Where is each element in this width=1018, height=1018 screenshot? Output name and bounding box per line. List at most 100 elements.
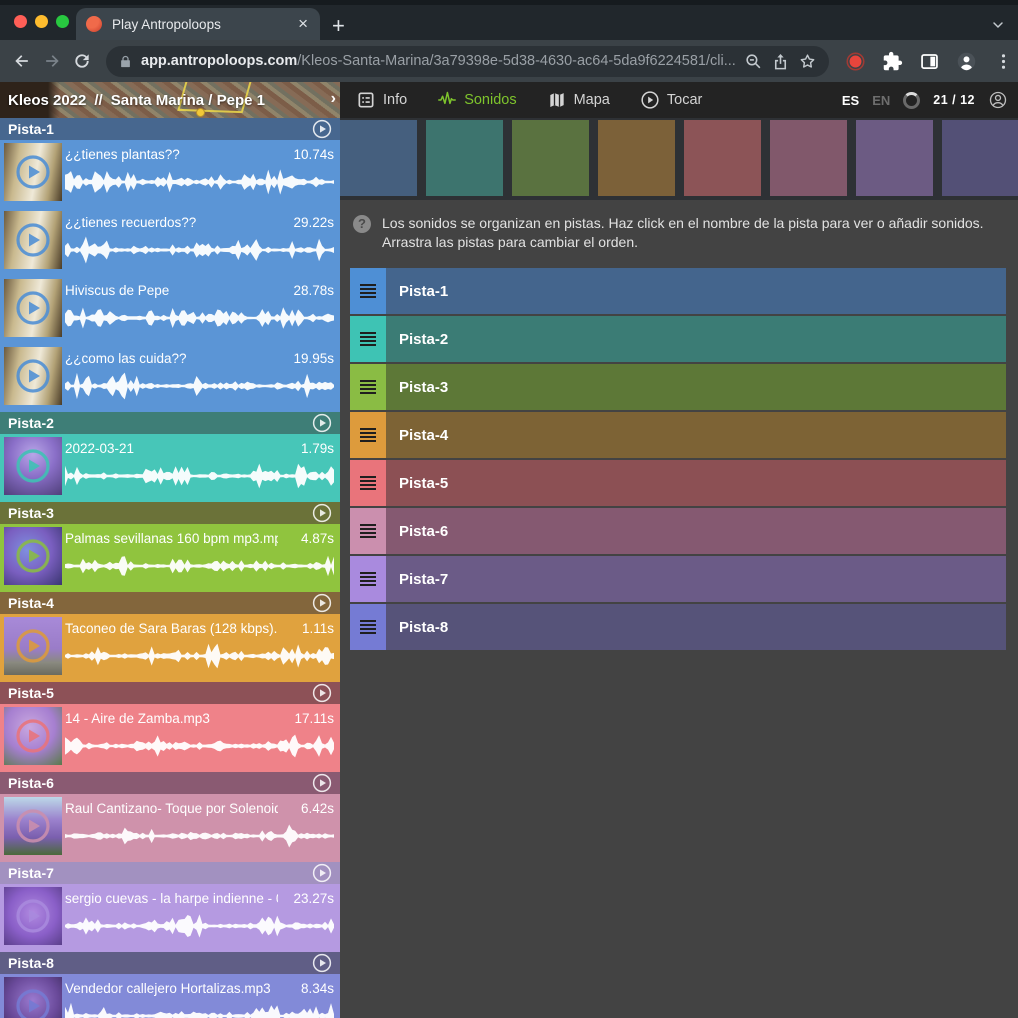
- clip-thumbnail[interactable]: [4, 211, 62, 269]
- account-circle-icon[interactable]: [988, 90, 1008, 110]
- track-row[interactable]: Pista-4: [350, 412, 1006, 458]
- help-question-icon[interactable]: ?: [353, 215, 371, 233]
- clip-play-icon[interactable]: [15, 448, 51, 484]
- audio-clip[interactable]: Taconeo de Sara Baras (128 kbps).mp3 1.1…: [0, 614, 340, 682]
- close-window-button[interactable]: [14, 15, 27, 28]
- drag-handle[interactable]: [350, 460, 386, 506]
- clip-play-icon[interactable]: [15, 628, 51, 664]
- sidebar-track-header[interactable]: Pista-7: [0, 862, 340, 884]
- track-color-swatch[interactable]: [426, 120, 503, 196]
- track-row-body[interactable]: Pista-4: [386, 412, 1006, 458]
- drag-handle[interactable]: [350, 412, 386, 458]
- lock-icon[interactable]: [118, 54, 133, 69]
- clip-thumbnail[interactable]: [4, 347, 62, 405]
- browser-tab[interactable]: Play Antropoloops ×: [76, 8, 320, 40]
- forward-button[interactable]: [40, 49, 64, 73]
- track-color-swatch[interactable]: [598, 120, 675, 196]
- clip-play-icon[interactable]: [15, 988, 51, 1018]
- clip-thumbnail[interactable]: [4, 707, 62, 765]
- drag-handle[interactable]: [350, 604, 386, 650]
- track-row-body[interactable]: Pista-8: [386, 604, 1006, 650]
- audio-clip[interactable]: ¿¿tienes recuerdos?? 29.22s: [0, 208, 340, 276]
- clip-play-icon[interactable]: [15, 290, 51, 326]
- tab-search-chevron-icon[interactable]: [990, 17, 1006, 33]
- track-color-swatch[interactable]: [512, 120, 589, 196]
- address-bar[interactable]: app.antropoloops.com/Kleos-Santa-Marina/…: [106, 46, 829, 77]
- track-play-icon[interactable]: [312, 863, 332, 883]
- track-play-icon[interactable]: [312, 503, 332, 523]
- clip-waveform[interactable]: [65, 641, 334, 671]
- clip-waveform[interactable]: [65, 1001, 334, 1018]
- sidebar-track-header[interactable]: Pista-3: [0, 502, 340, 524]
- track-color-swatch[interactable]: [340, 120, 417, 196]
- sidebar-track-header[interactable]: Pista-1: [0, 118, 340, 140]
- clip-waveform[interactable]: [65, 731, 334, 761]
- clip-thumbnail[interactable]: [4, 797, 62, 855]
- track-color-swatch[interactable]: [856, 120, 933, 196]
- track-row-body[interactable]: Pista-1: [386, 268, 1006, 314]
- clip-waveform[interactable]: [65, 235, 334, 265]
- clip-thumbnail[interactable]: [4, 143, 62, 201]
- recording-extension-icon[interactable]: [845, 51, 866, 72]
- clip-play-icon[interactable]: [15, 718, 51, 754]
- drag-handle[interactable]: [350, 556, 386, 602]
- track-color-swatch[interactable]: [684, 120, 761, 196]
- clip-play-icon[interactable]: [15, 154, 51, 190]
- tab-tocar[interactable]: Tocar: [640, 90, 702, 110]
- clip-play-icon[interactable]: [15, 808, 51, 844]
- audio-clip[interactable]: 14 - Aire de Zamba.mp3 17.11s: [0, 704, 340, 772]
- reload-button[interactable]: [70, 49, 94, 73]
- audio-clip[interactable]: sergio cuevas - la harpe indienne - 03 -…: [0, 884, 340, 952]
- sidebar-track-header[interactable]: Pista-6: [0, 772, 340, 794]
- bookmark-star-icon[interactable]: [798, 52, 817, 71]
- drag-handle[interactable]: [350, 316, 386, 362]
- split-view-icon[interactable]: [919, 51, 940, 72]
- track-row[interactable]: Pista-2: [350, 316, 1006, 362]
- track-row[interactable]: Pista-3: [350, 364, 1006, 410]
- track-row[interactable]: Pista-8: [350, 604, 1006, 650]
- audio-clip[interactable]: Hiviscus de Pepe 28.78s: [0, 276, 340, 344]
- extensions-puzzle-icon[interactable]: [882, 51, 903, 72]
- track-row-body[interactable]: Pista-7: [386, 556, 1006, 602]
- breadcrumb[interactable]: Kleos 2022 // Santa Marina / Pepe 1 ›: [0, 82, 340, 118]
- breadcrumb-project[interactable]: Kleos 2022: [8, 92, 86, 109]
- profile-avatar-icon[interactable]: [956, 51, 977, 72]
- sidebar-track-header[interactable]: Pista-4: [0, 592, 340, 614]
- clip-waveform[interactable]: [65, 821, 334, 851]
- url-text[interactable]: app.antropoloops.com/Kleos-Santa-Marina/…: [141, 53, 736, 69]
- track-row-body[interactable]: Pista-2: [386, 316, 1006, 362]
- clip-thumbnail[interactable]: [4, 279, 62, 337]
- audio-clip[interactable]: Palmas sevillanas 160 bpm mp3.mp3 4.87s: [0, 524, 340, 592]
- track-play-icon[interactable]: [312, 119, 332, 139]
- clip-thumbnail[interactable]: [4, 437, 62, 495]
- drag-handle[interactable]: [350, 268, 386, 314]
- kebab-menu-icon[interactable]: [993, 51, 1014, 72]
- tab-mapa[interactable]: Mapa: [547, 90, 610, 110]
- clip-waveform[interactable]: [65, 303, 334, 333]
- audio-clip[interactable]: ¿¿tienes plantas?? 10.74s: [0, 140, 340, 208]
- track-row[interactable]: Pista-1: [350, 268, 1006, 314]
- track-row-body[interactable]: Pista-5: [386, 460, 1006, 506]
- clip-play-icon[interactable]: [15, 358, 51, 394]
- clip-play-icon[interactable]: [15, 898, 51, 934]
- audio-clip[interactable]: ¿¿como las cuida?? 19.95s: [0, 344, 340, 412]
- lang-en-button[interactable]: EN: [872, 93, 890, 108]
- zoom-window-button[interactable]: [56, 15, 69, 28]
- clip-waveform[interactable]: [65, 167, 334, 197]
- back-button[interactable]: [10, 49, 34, 73]
- audio-clip[interactable]: 2022-03-21 1.79s: [0, 434, 340, 502]
- track-row[interactable]: Pista-6: [350, 508, 1006, 554]
- clip-play-icon[interactable]: [15, 538, 51, 574]
- audio-clip[interactable]: Vendedor callejero Hortalizas.mp3 8.34s: [0, 974, 340, 1018]
- track-row-body[interactable]: Pista-6: [386, 508, 1006, 554]
- track-play-icon[interactable]: [312, 413, 332, 433]
- share-icon[interactable]: [771, 52, 790, 71]
- clip-waveform[interactable]: [65, 911, 334, 941]
- clip-thumbnail[interactable]: [4, 617, 62, 675]
- track-color-swatch[interactable]: [770, 120, 847, 196]
- track-play-icon[interactable]: [312, 953, 332, 973]
- track-row[interactable]: Pista-5: [350, 460, 1006, 506]
- track-play-icon[interactable]: [312, 683, 332, 703]
- clip-waveform[interactable]: [65, 551, 334, 581]
- drag-handle[interactable]: [350, 364, 386, 410]
